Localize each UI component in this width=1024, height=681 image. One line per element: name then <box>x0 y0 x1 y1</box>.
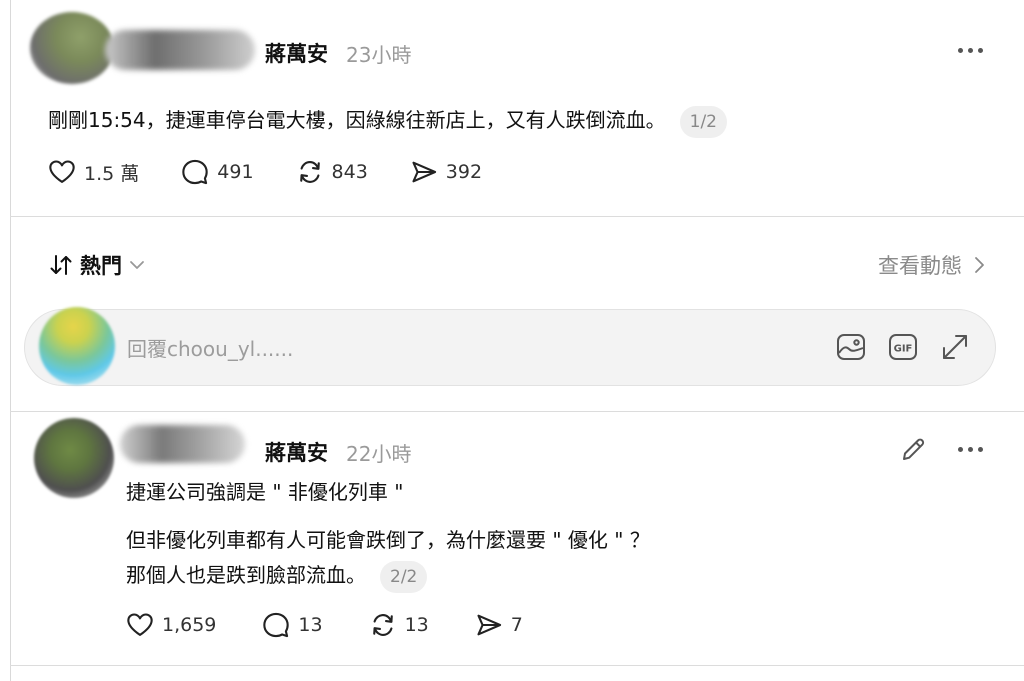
expand-icon[interactable] <box>939 331 971 363</box>
redacted-handle <box>105 30 255 70</box>
reply-actions: 1,659 13 13 7 <box>126 611 523 639</box>
repost-count: 843 <box>331 161 368 183</box>
post-username[interactable]: 蔣萬安 <box>265 38 328 68</box>
my-avatar[interactable] <box>39 307 115 385</box>
chevron-right-icon <box>975 257 984 273</box>
repost-button[interactable]: 843 <box>296 158 368 186</box>
reply-more-button[interactable] <box>958 447 983 452</box>
divider <box>10 411 1024 412</box>
view-activity-label: 查看動態 <box>878 254 962 278</box>
like-button[interactable]: 1.5 萬 <box>48 158 139 186</box>
reply-line-1: 捷運公司強調是 " 非優化列車 " <box>126 480 404 504</box>
divider <box>10 665 1024 666</box>
reply-time: 22小時 <box>346 442 412 466</box>
chevron-down-icon <box>130 261 144 269</box>
post-text: 剛剛15:54，捷運車停台電大樓，因綠線往新店上，又有人跌倒流血。 1/2 <box>48 104 727 138</box>
image-icon[interactable] <box>835 331 867 363</box>
redacted-handle <box>120 425 245 463</box>
heart-icon <box>127 613 153 636</box>
reply-line-2: 但非優化列車都有人可能會跌倒了，為什麼還要 " 優化 " ？ <box>126 528 650 552</box>
gif-icon[interactable]: GIF <box>887 331 919 363</box>
more-icon <box>958 447 963 452</box>
comment-bubble-icon <box>182 159 208 185</box>
repost-icon <box>372 614 393 636</box>
reply-line-3: 那個人也是跌到臉部流血。 <box>126 563 366 587</box>
share-button[interactable]: 392 <box>410 158 482 186</box>
view-activity-link[interactable]: 查看動態 <box>878 250 986 280</box>
frame-border <box>10 0 11 681</box>
post-time: 23小時 <box>346 43 412 67</box>
reply-line-3-row: 那個人也是跌到臉部流血。 2/2 <box>126 559 428 593</box>
share-button[interactable]: 7 <box>475 611 523 639</box>
like-count: 1,659 <box>162 614 217 636</box>
sort-arrows-icon <box>50 255 72 275</box>
send-icon <box>412 161 436 183</box>
heart-icon <box>49 160 75 183</box>
post-actions: 1.5 萬 491 843 392 <box>48 158 482 186</box>
post-more-button[interactable] <box>958 48 983 53</box>
send-icon <box>477 614 501 636</box>
comment-count: 13 <box>298 614 323 636</box>
comment-bubble-icon <box>263 612 290 638</box>
share-count: 392 <box>445 161 483 183</box>
more-icon <box>958 48 963 53</box>
repost-icon <box>299 161 320 183</box>
page-badge: 2/2 <box>380 560 428 593</box>
reply-attachments: GIF <box>835 331 971 363</box>
post-text-content: 剛剛15:54，捷運車停台電大樓，因綠線往新店上，又有人跌倒流血。 <box>48 108 666 132</box>
comment-count: 491 <box>217 161 254 183</box>
sort-dropdown[interactable]: 熱門 <box>48 250 146 280</box>
like-count: 1.5 萬 <box>84 162 140 185</box>
edit-button[interactable] <box>900 435 928 467</box>
page-badge: 1/2 <box>679 105 727 138</box>
comment-button[interactable]: 13 <box>262 611 323 639</box>
repost-count: 13 <box>404 614 429 636</box>
share-count: 7 <box>510 614 523 636</box>
divider <box>10 216 1024 217</box>
svg-text:GIF: GIF <box>894 344 913 355</box>
reply-input[interactable] <box>125 310 789 387</box>
avatar[interactable] <box>30 12 114 84</box>
comment-button[interactable]: 491 <box>181 158 254 186</box>
repost-button[interactable]: 13 <box>369 611 429 639</box>
sort-label: 熱門 <box>80 254 122 278</box>
reply-avatar[interactable] <box>34 418 114 498</box>
reply-composer: GIF <box>24 307 996 387</box>
like-button[interactable]: 1,659 <box>126 611 216 639</box>
pencil-icon <box>903 438 925 460</box>
reply-username[interactable]: 蔣萬安 <box>265 437 328 467</box>
